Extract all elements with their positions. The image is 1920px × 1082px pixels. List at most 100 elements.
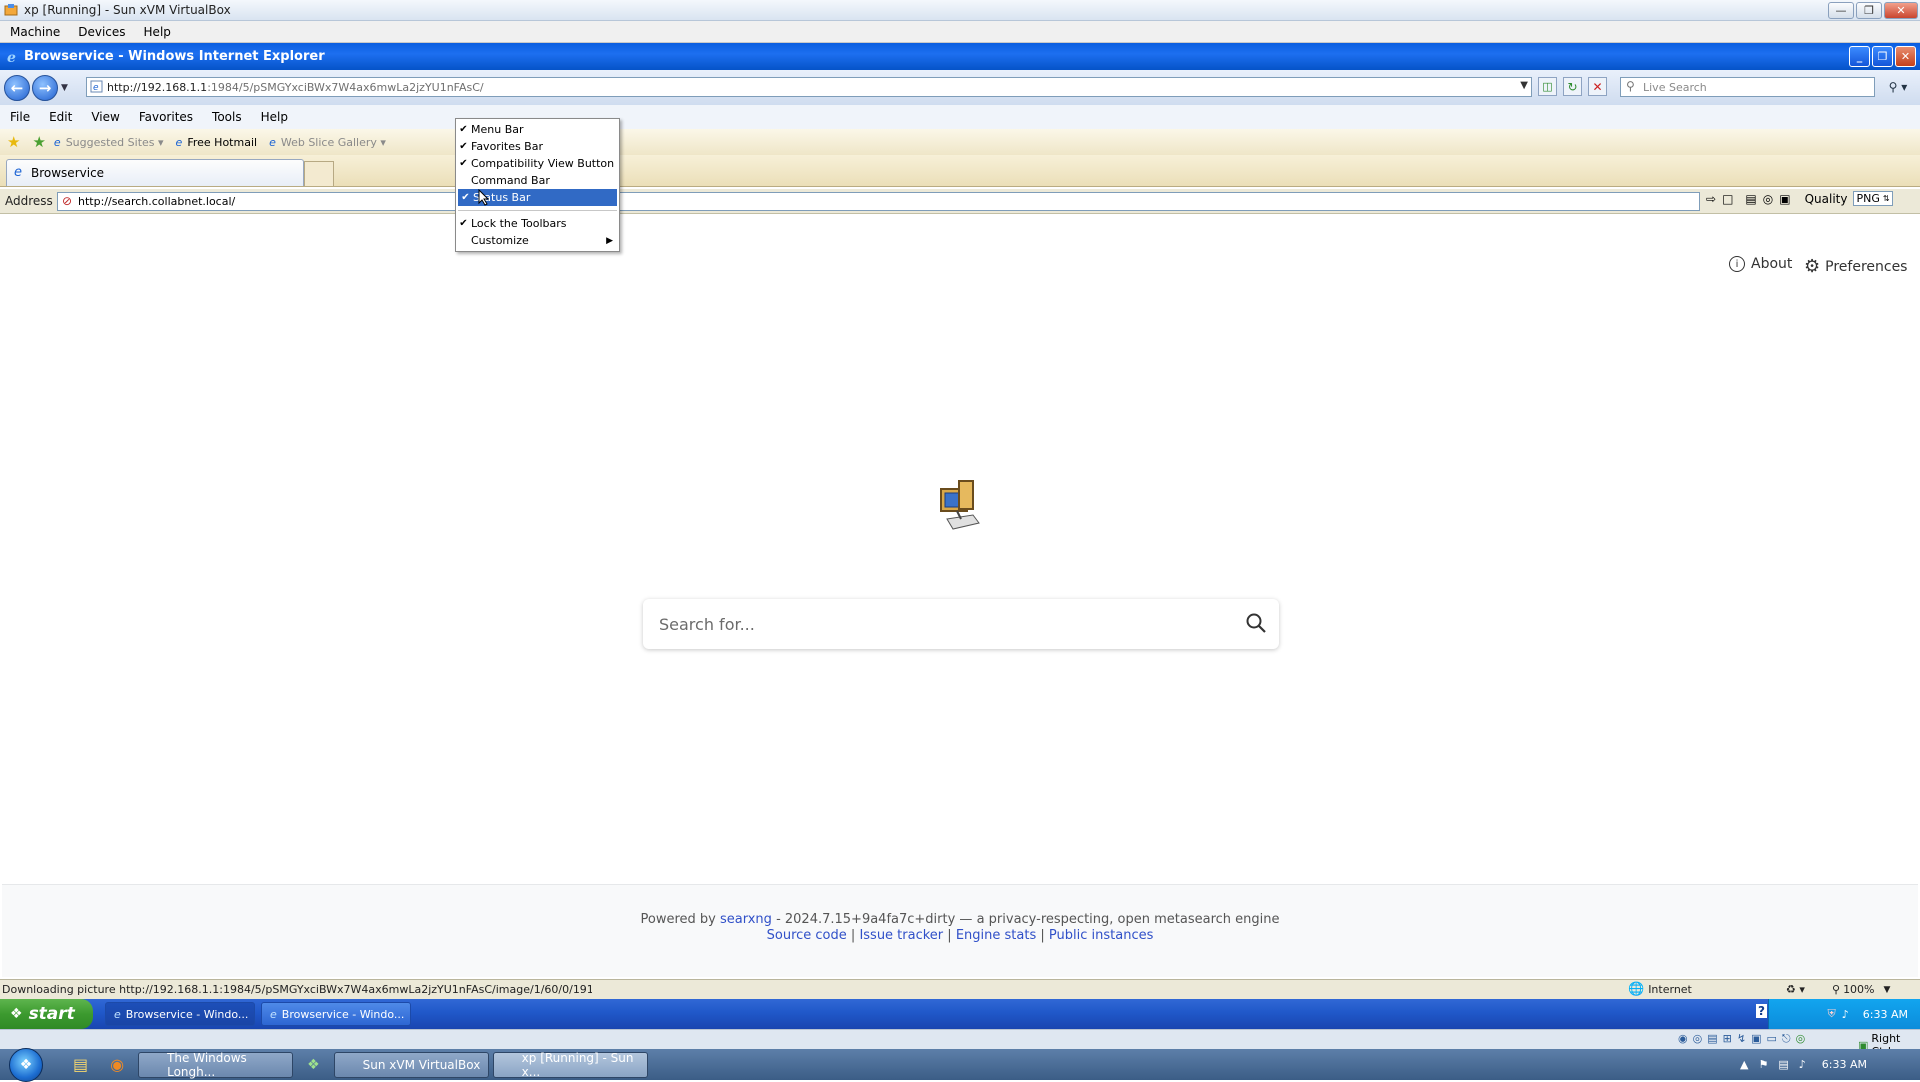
firefox-icon[interactable]: ◉ xyxy=(110,1055,124,1074)
history-dropdown-icon[interactable]: ▼ xyxy=(61,83,68,93)
menu-item-command-bar[interactable]: Command Bar xyxy=(456,172,619,189)
guest-additions-icon[interactable]: ◎ xyxy=(1796,1032,1806,1046)
app-icon[interactable]: ❖ xyxy=(307,1057,320,1073)
floppy-icon[interactable]: ▤ xyxy=(1707,1032,1717,1046)
live-search-button[interactable]: ⚲ ▾ xyxy=(1880,77,1916,97)
host-menu-devices[interactable]: Devices xyxy=(78,25,125,39)
web-slice-gallery-link[interactable]: Web Slice Gallery ▾ xyxy=(281,136,386,149)
live-search-input[interactable]: ⚲ Live Search xyxy=(1620,77,1875,97)
protected-mode-icon[interactable]: ♻ ▾ xyxy=(1786,983,1805,996)
host-minimize-button[interactable]: — xyxy=(1828,2,1854,19)
ie-url-field[interactable]: e http://192.168.1.1:1984/5/pSMGYxciBWx7… xyxy=(86,77,1532,97)
search-input[interactable]: Search for... xyxy=(643,599,1279,649)
host-tray: ▲ ⚑ ▤ ♪ 6:33 AM xyxy=(1740,1058,1867,1071)
about-link[interactable]: i About xyxy=(1729,256,1792,272)
suggested-sites-link[interactable]: Suggested Sites ▾ xyxy=(66,136,164,149)
start-button[interactable]: ❖ start xyxy=(0,999,93,1029)
host-menu-bar: Machine Devices Help xyxy=(0,21,1920,43)
engine-stats-link[interactable]: Engine stats xyxy=(956,928,1036,943)
browservice-controls: ⇨ □ ▤ ◎ ▣ Quality PNG ⇅ xyxy=(1706,191,1893,206)
bookmark-button[interactable]: □ xyxy=(1722,192,1733,206)
address-input[interactable]: ⊘ http://search.collabnet.local/ xyxy=(57,192,1700,211)
windows-start-orb[interactable]: ❖ xyxy=(9,1047,43,1082)
tab-browservice[interactable]: e Browservice xyxy=(6,159,304,186)
quality-value: PNG xyxy=(1856,192,1880,205)
host-menu-machine[interactable]: Machine xyxy=(10,25,60,39)
check-icon: ✔ xyxy=(459,124,468,135)
shared-folder-icon[interactable]: ▣ xyxy=(1751,1032,1761,1046)
add-favorite-icon[interactable]: ★ xyxy=(32,133,45,151)
public-instances-link[interactable]: Public instances xyxy=(1049,928,1153,943)
show-hidden-icons[interactable]: ▲ xyxy=(1740,1058,1748,1071)
host-task-virtualbox[interactable]: Sun xVM VirtualBox xyxy=(333,1051,489,1078)
save-button[interactable]: ▤ xyxy=(1745,192,1756,206)
menu-file[interactable]: File xyxy=(10,110,30,124)
quality-selector[interactable]: PNG ⇅ xyxy=(1853,191,1893,206)
host-close-button[interactable]: ✕ xyxy=(1884,2,1918,19)
volume-muted-icon[interactable]: ♪ xyxy=(1799,1058,1806,1071)
ie-restore-button[interactable]: ❐ xyxy=(1872,46,1893,67)
mouse-cursor-icon xyxy=(478,189,489,206)
globe-icon: 🌐 xyxy=(1628,982,1645,997)
cd-icon[interactable]: ◎ xyxy=(1693,1032,1703,1046)
address-label: Address xyxy=(5,194,53,208)
refresh-button[interactable]: ↻ xyxy=(1563,77,1582,96)
menu-item-label: Lock the Toolbars xyxy=(471,217,567,230)
zoom-control[interactable]: ⚲ 100% ▼ xyxy=(1832,983,1890,996)
source-code-link[interactable]: Source code xyxy=(767,928,847,943)
menu-item-menu-bar[interactable]: ✔ Menu Bar xyxy=(456,121,619,138)
back-button[interactable]: ← xyxy=(4,74,30,101)
ie-minimize-button[interactable]: _ xyxy=(1849,46,1870,67)
bookmark-icon: □ xyxy=(1722,191,1734,206)
network-icon[interactable]: ▤ xyxy=(1778,1058,1788,1071)
issue-tracker-link[interactable]: Issue tracker xyxy=(859,928,943,943)
powered-by-text: Powered by xyxy=(640,912,716,927)
url-dropdown-icon[interactable]: ▼ xyxy=(1520,80,1528,91)
zone-label: Internet xyxy=(1648,983,1692,996)
host-task-windows-longhorn[interactable]: The Windows Longh... xyxy=(138,1051,294,1079)
volume-icon[interactable]: ♪ xyxy=(1842,1008,1849,1021)
go-button[interactable]: ⇨ xyxy=(1706,192,1716,206)
search-button[interactable] xyxy=(1245,612,1267,634)
forward-button[interactable]: → xyxy=(32,74,58,101)
help-icon[interactable]: ? xyxy=(1756,1004,1767,1018)
security-shield-icon[interactable]: ⛨ xyxy=(1828,1007,1836,1021)
menu-view[interactable]: View xyxy=(91,110,119,124)
menu-item-compatibility-view-button[interactable]: ✔ Compatibility View Button xyxy=(456,155,619,172)
menu-edit[interactable]: Edit xyxy=(49,110,72,124)
new-tab-button[interactable] xyxy=(304,161,334,186)
searxng-link[interactable]: searxng xyxy=(720,912,772,927)
menu-item-status-bar[interactable]: ✔ Status Bar xyxy=(458,189,617,206)
menu-help[interactable]: Help xyxy=(261,110,288,124)
menu-tools[interactable]: Tools xyxy=(212,110,242,124)
host-restore-button[interactable]: ❐ xyxy=(1856,2,1882,19)
menu-favorites[interactable]: Favorites xyxy=(139,110,193,124)
find-button[interactable]: ◎ xyxy=(1763,192,1773,206)
clipboard-button[interactable]: ▣ xyxy=(1779,192,1790,206)
vbox-status-bar: ◉ ◎ ▤ ⊞ ↯ ▣ ▭ ⎋ ◎ ▣ Right Ctrl xyxy=(0,1029,1920,1058)
flag-icon[interactable]: ⚑ xyxy=(1758,1058,1768,1071)
usb-icon[interactable]: ↯ xyxy=(1737,1032,1746,1046)
explorer-icon[interactable]: ▤ xyxy=(73,1055,88,1074)
hard-disk-icon[interactable]: ◉ xyxy=(1678,1032,1688,1046)
menu-item-customize[interactable]: Customize ▶ xyxy=(456,232,619,249)
stop-button[interactable]: ✕ xyxy=(1588,77,1607,96)
display-icon[interactable]: ▭ xyxy=(1766,1032,1776,1046)
xp-clock: 6:33 AM xyxy=(1862,1007,1908,1021)
menu-item-favorites-bar[interactable]: ✔ Favorites Bar xyxy=(456,138,619,155)
host-task-xp-running[interactable]: xp [Running] - Sun x... xyxy=(492,1051,648,1079)
taskbar-button-browservice-2[interactable]: e Browservice - Windo... xyxy=(261,1002,411,1026)
preferences-link[interactable]: ⚙ Preferences xyxy=(1804,256,1907,277)
internet-zone[interactable]: 🌐 Internet xyxy=(1628,982,1692,997)
menu-item-lock-toolbars[interactable]: ✔ Lock the Toolbars xyxy=(456,215,619,232)
check-icon: ✔ xyxy=(461,192,470,203)
mouse-integration-icon[interactable]: ⎋ xyxy=(1782,1032,1791,1046)
taskbar-button-browservice-1[interactable]: e Browservice - Windo... xyxy=(105,1002,255,1026)
host-menu-help[interactable]: Help xyxy=(144,25,171,39)
compatibility-view-button[interactable]: ◫ xyxy=(1538,77,1557,96)
search-icon xyxy=(1246,613,1266,633)
ie-close-button[interactable]: ✕ xyxy=(1895,46,1916,67)
network-icon[interactable]: ⊞ xyxy=(1723,1032,1732,1046)
free-hotmail-link[interactable]: Free Hotmail xyxy=(187,136,257,149)
favorites-star-icon[interactable]: ★ xyxy=(7,133,20,151)
